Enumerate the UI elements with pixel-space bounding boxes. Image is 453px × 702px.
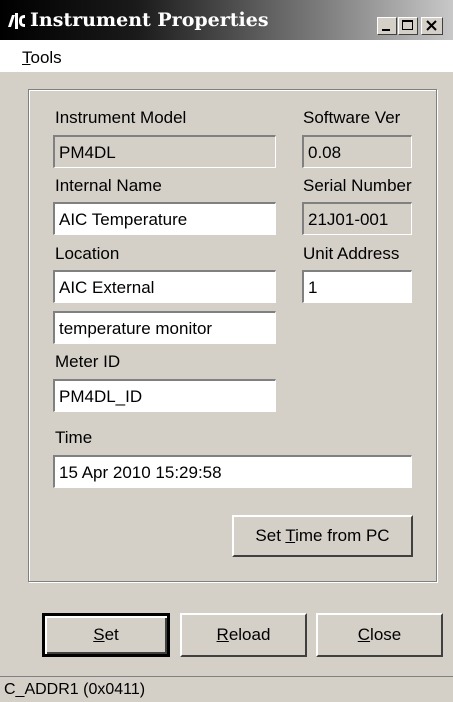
close-button[interactable] — [421, 17, 443, 35]
instrument-model-field: PM4DL — [53, 135, 276, 168]
close-icon — [426, 20, 437, 31]
minimize-icon — [382, 29, 390, 31]
internal-name-input[interactable]: AIC Temperature — [53, 202, 276, 235]
set-time-from-pc-button[interactable]: Set Time from PC — [232, 515, 413, 557]
app-icon[interactable] — [6, 11, 26, 31]
serial-number-field: 21J01-001 — [302, 202, 412, 235]
title-bar[interactable]: Instrument Properties — [0, 0, 453, 40]
location-input[interactable]: AIC External — [53, 270, 276, 303]
unit-address-label: Unit Address — [303, 244, 400, 263]
reload-button[interactable]: Reload — [180, 613, 307, 657]
software-ver-field: 0.08 — [302, 135, 412, 168]
meter-id-label: Meter ID — [55, 352, 121, 371]
location-line2-input[interactable]: temperature monitor — [53, 311, 276, 344]
close-dialog-button[interactable]: Close — [316, 613, 443, 657]
minimize-button[interactable] — [377, 17, 397, 35]
instrument-properties-window: Instrument Properties Tools Instrument M… — [0, 0, 453, 702]
maximize-icon — [402, 20, 413, 30]
time-input[interactable]: 15 Apr 2010 15:29:58 — [53, 455, 412, 488]
maximize-button[interactable] — [398, 17, 418, 35]
software-ver-label: Software Ver — [303, 108, 401, 127]
instrument-model-label: Instrument Model — [55, 108, 187, 127]
internal-name-label: Internal Name — [55, 176, 162, 195]
status-bar: C_ADDR1 (0x0411) — [0, 676, 453, 702]
time-label: Time — [55, 428, 93, 447]
menu-tools[interactable]: Tools — [22, 48, 62, 68]
unit-address-input[interactable]: 1 — [302, 270, 412, 303]
status-text: C_ADDR1 (0x0411) — [4, 681, 146, 698]
serial-number-label: Serial Number — [303, 176, 412, 195]
meter-id-input[interactable]: PM4DL_ID — [53, 379, 276, 412]
window-title: Instrument Properties — [30, 9, 269, 31]
menu-bar: Tools — [0, 40, 453, 72]
location-label: Location — [55, 244, 120, 263]
set-button[interactable]: Set — [42, 613, 170, 657]
